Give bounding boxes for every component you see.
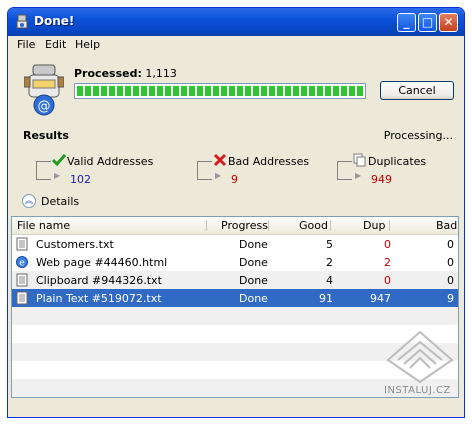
status-bar: [8, 400, 464, 417]
file-list-header: File name Progress Good Dup Bad: [12, 217, 458, 235]
file-good: 4: [326, 274, 333, 287]
file-dup: 0: [384, 238, 391, 251]
column-separator[interactable]: [206, 220, 207, 231]
watermark-text: INSTALUJ.CZ: [384, 385, 451, 396]
valid-addresses-value: 102: [70, 173, 91, 186]
column-separator[interactable]: [330, 220, 331, 231]
svg-text:@: @: [38, 99, 51, 114]
menu-help[interactable]: Help: [75, 38, 100, 51]
window-title: Done!: [34, 14, 75, 28]
file-bad: 9: [447, 292, 454, 305]
valid-addresses-label: Valid Addresses: [67, 155, 154, 168]
details-label: Details: [41, 195, 80, 208]
file-dup: 2: [384, 256, 391, 269]
watermark-logo: [386, 330, 454, 384]
duplicates-label: Duplicates: [368, 155, 427, 168]
progress-fill: [77, 86, 363, 96]
col-dup[interactable]: Dup: [363, 219, 385, 232]
file-progress: Done: [239, 274, 268, 287]
tree-connector: [337, 161, 352, 180]
minimize-button[interactable]: _: [397, 13, 416, 32]
file-good: 5: [326, 238, 333, 251]
table-row[interactable]: Clipboard #944326.txt Done 4 0 0: [12, 271, 458, 289]
red-x-icon: [213, 153, 227, 167]
col-file-name[interactable]: File name: [17, 219, 70, 232]
text-file-icon: [16, 291, 28, 305]
close-button[interactable]: ✕: [439, 13, 458, 32]
col-bad[interactable]: Bad: [436, 219, 457, 232]
file-progress: Done: [239, 292, 268, 305]
tree-arrow-icon: ▶: [54, 171, 61, 180]
col-progress[interactable]: Progress: [221, 219, 268, 232]
table-row[interactable]: e Web page #44460.html Done 2 2 0: [12, 253, 458, 271]
close-icon: ✕: [443, 15, 454, 29]
svg-text:e: e: [19, 259, 25, 269]
bad-addresses-stat: ▶ Bad Addresses 9: [197, 153, 327, 186]
file-name: Customers.txt: [36, 238, 114, 251]
file-bad: 0: [447, 256, 454, 269]
title-bar[interactable]: Done! _ □ ✕: [8, 8, 464, 36]
maximize-button[interactable]: □: [418, 13, 437, 32]
processed-count: 1,113: [145, 67, 177, 80]
duplicates-icon: [353, 153, 366, 167]
file-good: 2: [326, 256, 333, 269]
duplicates-value: 949: [371, 173, 392, 186]
file-dup: 0: [384, 274, 391, 287]
progress-panel: @ Processed: 1,113 Cancel Results Proces…: [8, 55, 464, 215]
file-good: 91: [319, 292, 333, 305]
col-good[interactable]: Good: [299, 219, 328, 232]
duplicates-stat: ▶ Duplicates 949: [337, 153, 457, 186]
valid-addresses-stat: ▶ Valid Addresses 102: [36, 153, 186, 186]
file-bad: 0: [447, 274, 454, 287]
collapse-chevron-icon: ︽: [22, 194, 36, 208]
tree-connector: [36, 161, 51, 180]
menu-bar: File Edit Help: [8, 36, 464, 54]
menu-edit[interactable]: Edit: [45, 38, 66, 51]
maximize-icon: □: [421, 15, 434, 29]
tree-connector: [197, 161, 212, 180]
ie-page-icon: e: [16, 256, 28, 269]
results-heading: Results: [23, 129, 69, 142]
empty-row: [12, 307, 458, 325]
file-progress: Done: [239, 238, 268, 251]
check-icon: [52, 154, 66, 167]
file-name: Clipboard #944326.txt: [36, 274, 162, 287]
bad-addresses-value: 9: [231, 173, 238, 186]
tree-arrow-icon: ▶: [355, 171, 362, 180]
minimize-icon: _: [403, 15, 410, 29]
table-row[interactable]: Customers.txt Done 5 0 0: [12, 235, 458, 253]
text-file-icon: [16, 237, 28, 251]
file-name: Plain Text #519072.txt: [36, 292, 162, 305]
processed-label: Processed: 1,113: [74, 67, 177, 80]
processing-status: Processing...: [383, 129, 453, 142]
column-separator[interactable]: [268, 220, 269, 231]
processed-title: Processed:: [74, 67, 142, 80]
file-progress: Done: [239, 256, 268, 269]
file-dup: 947: [370, 292, 391, 305]
tree-arrow-icon: ▶: [215, 171, 222, 180]
file-bad: 0: [447, 238, 454, 251]
robot-mailer-icon: @: [24, 64, 64, 116]
text-file-icon: [16, 273, 28, 287]
cancel-button[interactable]: Cancel: [380, 81, 454, 100]
bad-addresses-label: Bad Addresses: [228, 155, 310, 168]
menu-file[interactable]: File: [17, 38, 35, 51]
column-separator[interactable]: [389, 220, 390, 231]
table-row-selected[interactable]: Plain Text #519072.txt Done 91 947 9: [12, 289, 458, 307]
app-title-icon: [16, 14, 28, 29]
progress-bar: [74, 83, 366, 99]
file-name: Web page #44460.html: [36, 256, 168, 269]
